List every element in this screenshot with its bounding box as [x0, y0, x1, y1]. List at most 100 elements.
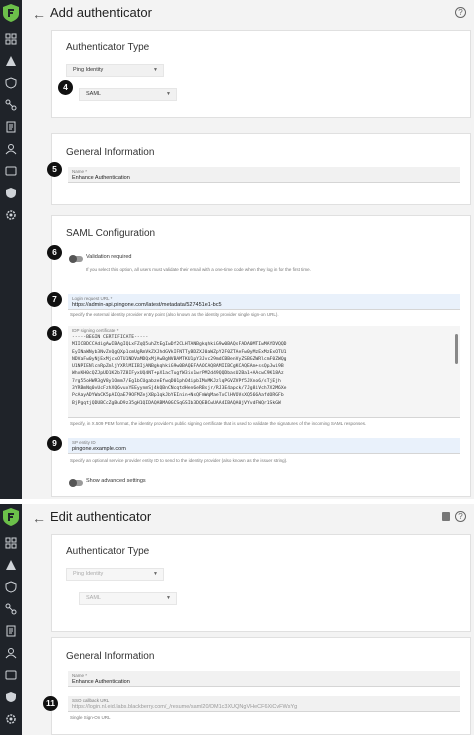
security-icon[interactable]	[5, 691, 17, 703]
name-field-value: Enhance Authentication	[72, 175, 130, 181]
policy-icon[interactable]	[5, 121, 17, 133]
brand-logo-icon	[3, 508, 19, 526]
authenticator-type-card: Authenticator Type Ping Identity ▼ SAML …	[51, 30, 471, 118]
callout-badge: 8	[47, 326, 62, 341]
sidebar	[0, 504, 22, 735]
settings-icon[interactable]	[5, 713, 17, 725]
protocol-select: SAML ▼	[79, 592, 177, 605]
show-advanced-settings-label: Show advanced settings	[86, 478, 146, 484]
callout-badge: 4	[58, 80, 73, 95]
back-arrow-icon[interactable]: ←	[32, 510, 46, 526]
protocol-select[interactable]: SAML ▼	[79, 88, 177, 101]
settings-icon[interactable]	[5, 209, 17, 221]
section-heading: General Information	[66, 651, 155, 662]
name-field[interactable]: Name * Enhance Authentication	[68, 167, 460, 183]
policy-icon[interactable]	[5, 625, 17, 637]
page-header: ← Edit authenticator ?	[22, 504, 474, 532]
callout-badge: 7	[47, 292, 62, 307]
provider-select-value: Ping Identity	[73, 571, 104, 577]
certificate-line: -----BEGIN CERTIFICATE-----	[72, 335, 149, 340]
idp-signing-certificate-field[interactable]: IDP signing certificate * -----BEGIN CER…	[68, 326, 460, 418]
show-advanced-settings-toggle[interactable]	[69, 479, 83, 487]
sp-entity-id-value: pingone.example.com	[72, 446, 126, 452]
validation-required-label: Validation required	[86, 254, 132, 260]
authenticator-type-card: Authenticator Type Ping Identity ▼ SAML …	[51, 534, 471, 632]
provider-select[interactable]: Ping Identity ▼	[66, 64, 164, 77]
general-information-card: General Information Name * Enhance Authe…	[51, 133, 471, 205]
protocol-select-value: SAML	[86, 595, 101, 601]
callout-badge: 9	[47, 436, 62, 451]
help-icon[interactable]: ?	[455, 511, 466, 522]
page-title: Edit authenticator	[50, 509, 152, 524]
sso-callback-url-field: SSO callback URL https://login.nl.eid.la…	[68, 696, 460, 712]
sidebar	[0, 0, 22, 499]
shield-icon[interactable]	[5, 77, 17, 89]
alert-icon[interactable]	[5, 55, 17, 67]
chevron-down-icon: ▼	[153, 67, 158, 73]
section-heading: SAML Configuration	[66, 228, 156, 239]
certificate-line: MIICBDCCAdigAwIBAgIQLxFZqQ5uhZtEgIwDf2CL…	[72, 342, 287, 348]
chevron-down-icon: ▼	[153, 571, 158, 577]
certificate-line: WhxKH0cQZJpUD1K2b7Z8IFyxUQ4NT+pX1acTugfW…	[72, 371, 284, 377]
certificate-line: 7rg55oHWR3gV8y1Omm7/Eg1bCUgabzeEfwqD01ph…	[72, 378, 281, 384]
users-icon[interactable]	[5, 143, 17, 155]
network-icon[interactable]	[5, 603, 17, 615]
callout-badge: 5	[47, 162, 62, 177]
network-icon[interactable]	[5, 99, 17, 111]
chevron-down-icon: ▼	[166, 595, 171, 601]
delete-icon[interactable]	[442, 512, 450, 521]
sp-entity-id-field[interactable]: SP entity ID pingone.example.com	[68, 438, 460, 454]
certificate-line: EyINaWNyb3NvZnQgQXp1cmUgRmVkZXJhdGVkIFNT…	[72, 349, 287, 355]
security-icon[interactable]	[5, 187, 17, 199]
certificate-line: 3YRBmNq0vUcFzhXQ6vuxYEEyynmSj4kQBnCNcqtd…	[72, 386, 287, 392]
apps-icon[interactable]	[5, 669, 17, 681]
callout-badge: 6	[47, 245, 62, 260]
page-header: ← Add authenticator ?	[22, 0, 474, 28]
alert-icon[interactable]	[5, 559, 17, 571]
section-heading: Authenticator Type	[66, 546, 150, 557]
certificate-text: -----BEGIN CERTIFICATE----- MIICBDCCAdig…	[72, 334, 450, 407]
validation-required-toggle[interactable]	[69, 255, 83, 263]
certificate-scrollbar[interactable]	[455, 334, 458, 364]
login-request-url-field[interactable]: Login request URL * https://admin-api.pi…	[68, 294, 460, 310]
sso-callback-url-value: https://login.nl.eid.labs.blackberry.com…	[72, 704, 298, 710]
name-field-label: Name *	[72, 169, 88, 174]
certificate-line: U1NPIENlcnRpZmljYXRlMIIBIjANBgkqhkiG9w0B…	[72, 364, 284, 370]
general-information-card: General Information Name * Enhance Authe…	[51, 637, 471, 735]
login-url-value: https://admin-api.pingone.com/latest/met…	[72, 302, 222, 308]
edit-authenticator-screen: ← Edit authenticator ? Authenticator Typ…	[0, 504, 474, 735]
help-icon[interactable]: ?	[455, 7, 466, 18]
saml-configuration-card: SAML Configuration Validation required I…	[51, 215, 471, 497]
certificate-label: IDP signing certificate *	[72, 328, 119, 333]
section-heading: General Information	[66, 147, 155, 158]
add-authenticator-screen: ← Add authenticator ? Authenticator Type…	[0, 0, 474, 499]
page-title: Add authenticator	[50, 5, 152, 20]
chevron-down-icon: ▼	[166, 91, 171, 97]
name-field-label: Name *	[72, 673, 88, 678]
brand-logo-icon	[3, 4, 19, 22]
section-heading: Authenticator Type	[66, 42, 150, 53]
certificate-help-text: Specify, in X.509 PEM format, the identi…	[70, 421, 367, 426]
protocol-select-value: SAML	[86, 91, 101, 97]
provider-select-value: Ping Identity	[73, 67, 104, 73]
name-field-value: Enhance Authentication	[72, 679, 130, 685]
apps-icon[interactable]	[5, 165, 17, 177]
sso-help-text: Single Sign-On URL	[70, 715, 111, 720]
sp-entity-id-help-text: Specify an optional service provider ent…	[70, 458, 288, 463]
certificate-line: BjPgqtjQDUBCcZgBuD9z35gH1QIDAQABMA0GCSqG…	[72, 400, 281, 406]
back-arrow-icon[interactable]: ←	[32, 6, 46, 22]
shield-icon[interactable]	[5, 581, 17, 593]
dashboard-icon[interactable]	[5, 537, 17, 549]
provider-select: Ping Identity ▼	[66, 568, 164, 581]
sp-entity-id-label: SP entity ID	[72, 440, 96, 445]
dashboard-icon[interactable]	[5, 33, 17, 45]
certificate-line: NDVaFw0yNjExMjcxOTU1NDVaMDQxMjAwBgNVBAMT…	[72, 356, 287, 362]
users-icon[interactable]	[5, 647, 17, 659]
name-field[interactable]: Name * Enhance Authentication	[68, 671, 460, 687]
login-url-label: Login request URL *	[72, 296, 113, 301]
callout-badge: 11	[43, 696, 58, 711]
sso-callback-url-label: SSO callback URL	[72, 698, 110, 703]
login-url-help-text: Specify the external identity provider e…	[70, 312, 279, 317]
certificate-line: PcAayADYWaCK5pAIQaE79OFMZejXBp1qkJbYEIni…	[72, 393, 284, 399]
validation-help-text: If you select this option, all users mus…	[86, 267, 311, 272]
